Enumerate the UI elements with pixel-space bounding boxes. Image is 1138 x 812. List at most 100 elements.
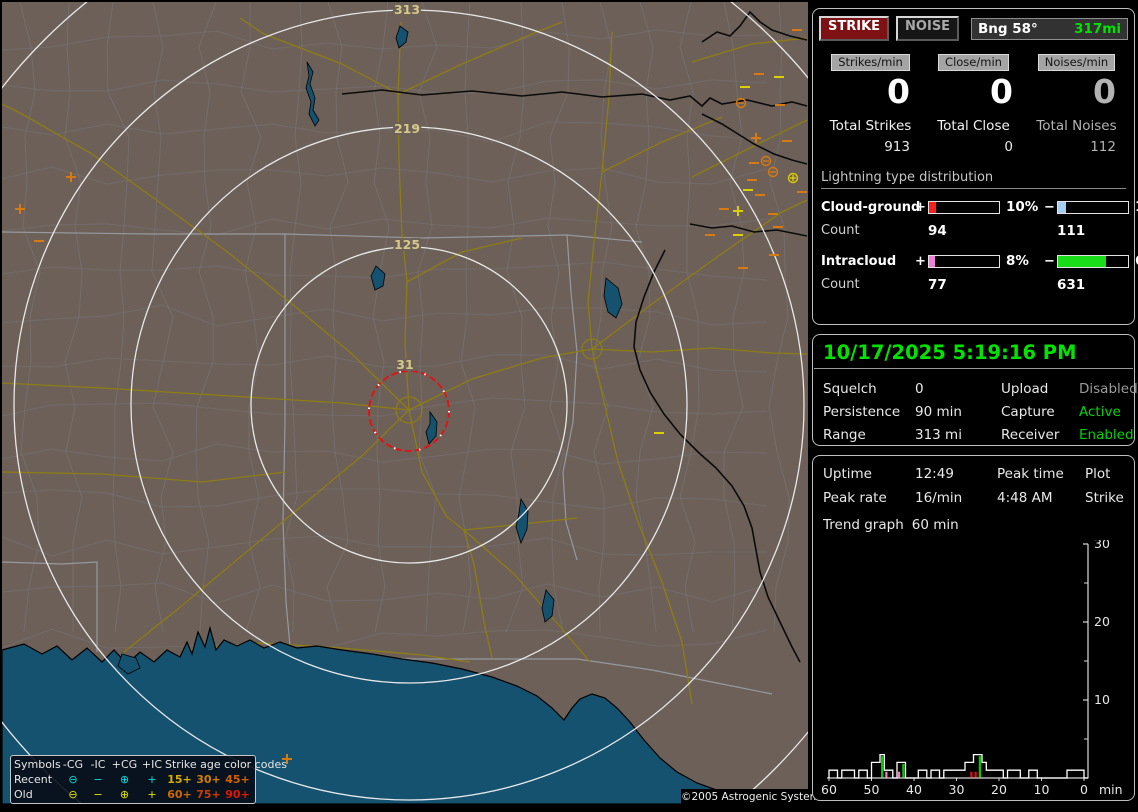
- cg-positive-pct: 10%: [1006, 199, 1039, 215]
- ic-positive-count: 77: [928, 277, 947, 293]
- squelch-label: Squelch: [823, 381, 877, 397]
- svg-text:20: 20: [991, 782, 1007, 796]
- uptime-value: 12:49: [915, 466, 954, 482]
- ring-label-125: 125: [394, 237, 420, 252]
- legend-age-title: Strike age color codes: [165, 758, 287, 771]
- total-strikes-label: Total Strikes: [829, 118, 912, 134]
- peak-rate-value: 16/min: [915, 490, 963, 506]
- legend-symbols-label: Symbols: [14, 758, 61, 771]
- close-per-min-column: Close/min 0 Total Close 0: [922, 54, 1025, 155]
- ring-label-313: 313: [394, 2, 420, 17]
- plus-sign: +: [915, 199, 926, 215]
- svg-text:60: 60: [821, 782, 837, 796]
- svg-text:50: 50: [864, 782, 880, 796]
- cloud-ground-row: Cloud-ground + 10% − 12%: [821, 199, 1138, 215]
- ic-negative-bar: [1057, 254, 1129, 268]
- lightning-map[interactable]: 313 219 125 31: [2, 2, 808, 804]
- capture-status: Active: [1079, 404, 1121, 420]
- ring-label-219: 219: [394, 121, 420, 136]
- ic-negative-pct: 69%: [1131, 253, 1138, 269]
- persistence-label: Persistence: [823, 404, 901, 420]
- cg-negative-bar: [1057, 200, 1129, 214]
- cloud-ground-count-row: Count 94 111: [821, 223, 1126, 239]
- datetime-display: 10/17/2025 5:19:16 PM: [823, 341, 1077, 364]
- ic-positive-bar: [928, 254, 1000, 268]
- total-noises-value: 112: [1090, 139, 1116, 155]
- age-45: 45+: [225, 773, 250, 786]
- upload-label: Upload: [1001, 381, 1049, 397]
- count-label: Count: [821, 277, 860, 292]
- ring-label-31: 31: [396, 357, 413, 372]
- neg-cg-old-icon: ⊖: [68, 788, 78, 801]
- svg-text:30: 30: [1094, 540, 1110, 551]
- trend-graph-window: 60 min: [911, 517, 959, 533]
- strike-stats-panel: STRIKE NOISE Bng 58° 317mi Strikes/min 0…: [812, 8, 1138, 325]
- bearing-distance: 317mi: [1074, 20, 1121, 37]
- map-symbol-legend: Symbols -CG -IC +CG +IC Strike age color…: [10, 755, 287, 804]
- copyright-label: ©2005 Astrogenic Systems: [681, 789, 825, 806]
- svg-text:10: 10: [1094, 692, 1110, 707]
- svg-text:20: 20: [1094, 614, 1110, 629]
- neg-ic-old-icon: −: [93, 788, 103, 801]
- uptime-label: Uptime: [823, 466, 872, 482]
- uptime-trend-panel: Uptime 12:49 Peak time Plot Peak rate 16…: [812, 455, 1135, 801]
- minus-sign: −: [1044, 199, 1055, 215]
- distribution-title: Lightning type distribution: [821, 170, 1126, 189]
- total-close-value: 0: [1004, 139, 1013, 155]
- cg-negative-count: 111: [1057, 223, 1086, 239]
- neg-cg-recent-icon: ⊖: [68, 773, 78, 786]
- plus-sign: +: [915, 253, 926, 269]
- pos-ic-recent-icon: +: [147, 773, 157, 786]
- legend-row-old: Old ⊖ − ⊕ + 60+ 75+ 90+: [14, 787, 252, 802]
- strikes-per-min-value: 0: [887, 72, 910, 111]
- svg-text:0: 0: [1080, 782, 1088, 796]
- receiver-label: Receiver: [1001, 427, 1060, 443]
- svg-text:min: min: [1099, 782, 1123, 796]
- plot-label: Plot: [1085, 466, 1111, 482]
- legend-recent-label: Recent: [14, 773, 53, 786]
- strike-mode-button[interactable]: STRIKE: [819, 16, 890, 41]
- ic-negative-count: 631: [1057, 277, 1086, 293]
- cloud-ground-label: Cloud-ground: [821, 199, 921, 215]
- capture-label: Capture: [1001, 404, 1055, 420]
- plot-value: Strike: [1085, 490, 1124, 506]
- legend-col-pos-ic: +IC: [141, 758, 163, 771]
- svg-text:40: 40: [906, 782, 922, 796]
- cg-positive-count: 94: [928, 223, 947, 239]
- upload-status: Disabled: [1079, 381, 1138, 397]
- strikes-per-min-badge: Strikes/min: [831, 54, 910, 71]
- total-close-label: Total Close: [937, 118, 1010, 134]
- bearing-value: Bng 58°: [978, 20, 1038, 37]
- legend-col-pos-cg: +CG: [111, 758, 138, 771]
- persistence-value: 90 min: [915, 404, 962, 420]
- peak-rate-label: Peak rate: [823, 490, 887, 506]
- svg-text:10: 10: [1034, 782, 1050, 796]
- close-per-min-badge: Close/min: [938, 54, 1009, 71]
- neg-ic-recent-icon: −: [93, 773, 103, 786]
- intracloud-count-row: Count 77 631: [821, 277, 1126, 293]
- map-canvas[interactable]: 313 219 125 31: [2, 2, 808, 804]
- noises-per-min-badge: Noises/min: [1037, 54, 1116, 71]
- noise-mode-button[interactable]: NOISE: [896, 16, 960, 41]
- age-30: 30+: [196, 773, 221, 786]
- legend-col-neg-ic: -IC: [90, 758, 106, 771]
- age-60: 60+: [167, 788, 192, 801]
- system-status-panel: 10/17/2025 5:19:16 PM Squelch 0 Upload D…: [812, 334, 1138, 446]
- bearing-readout: Bng 58° 317mi: [971, 17, 1128, 40]
- lightning-distribution-section: Lightning type distribution Cloud-ground…: [821, 170, 1138, 293]
- peak-time-label: Peak time: [997, 466, 1064, 482]
- cg-negative-pct: 12%: [1131, 199, 1138, 215]
- pos-cg-old-icon: ⊕: [119, 788, 130, 801]
- noises-per-min-column: Noises/min 0 Total Noises 112: [1025, 54, 1128, 155]
- nexstorm-app: 313 219 125 31 Symbols -CG -IC +CG +IC Stri…: [0, 0, 1138, 812]
- pos-cg-recent-icon: ⊕: [119, 773, 130, 786]
- legend-old-label: Old: [14, 788, 33, 801]
- svg-text:30: 30: [949, 782, 965, 796]
- close-per-min-value: 0: [990, 72, 1013, 111]
- minus-sign: −: [1044, 253, 1055, 269]
- noises-per-min-value: 0: [1093, 72, 1116, 111]
- total-noises-label: Total Noises: [1036, 118, 1117, 134]
- trend-graph-label: Trend graph: [823, 517, 904, 533]
- range-value: 313 mi: [915, 427, 962, 443]
- age-15: 15+: [167, 773, 192, 786]
